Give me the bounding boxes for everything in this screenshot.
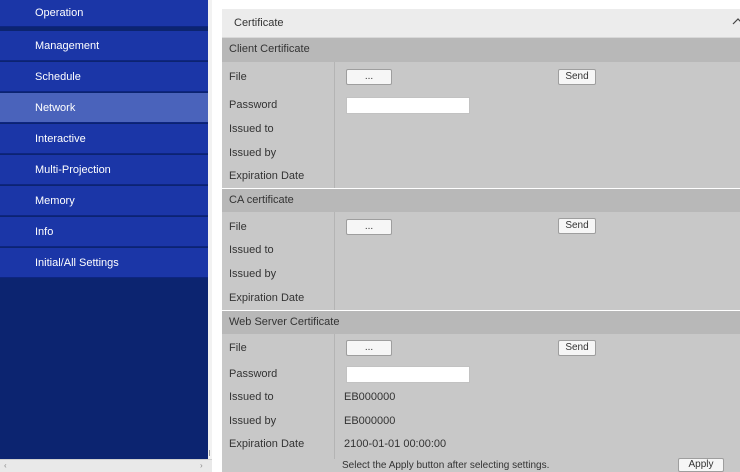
certificate-content: Client Certificate File ... Send Passwor… [222,38,740,459]
sidebar-item-initial-all-settings[interactable]: Initial/All Settings [0,248,208,278]
chevron-up-icon[interactable] [732,14,740,29]
web-issued-by-value: EB000000 [344,415,396,427]
scroll-right-icon[interactable]: › [200,461,203,470]
section-web-server-certificate: Web Server Certificate [222,310,740,334]
client-browse-button[interactable]: ... [346,69,392,85]
web-password-input[interactable] [346,366,470,383]
ca-expiration-label: Expiration Date [229,292,305,304]
web-expiration-value: 2100-01-01 00:00:00 [344,438,447,450]
client-issued-by-label: Issued by [229,147,277,159]
sidebar-item-management[interactable]: Management [0,31,208,61]
client-expiration-label: Expiration Date [229,170,305,182]
splitter-grip [209,450,210,456]
sidebar-item-info[interactable]: Info [0,217,208,247]
client-password-input[interactable] [346,97,470,114]
ca-file-label: File [229,221,247,233]
main-panel: Certificate Client Certificate File ... … [212,0,740,472]
sidebar-item-memory[interactable]: Memory [0,186,208,216]
web-issued-to-value: EB000000 [344,391,396,403]
apply-button[interactable]: Apply [678,458,724,472]
sidebar-item-schedule[interactable]: Schedule [0,62,208,92]
sidebar: Operation Management Schedule Network In… [0,0,208,459]
web-file-label: File [229,342,247,354]
client-issued-to-label: Issued to [229,123,274,135]
sidebar-item-interactive[interactable]: Interactive [0,124,208,154]
section-title: Client Certificate [229,43,310,55]
section-client-certificate: Client Certificate [222,38,740,62]
client-send-button[interactable]: Send [558,69,596,85]
section-title: CA certificate [229,194,294,206]
scroll-left-icon[interactable]: ‹ [4,461,7,470]
ca-issued-by-label: Issued by [229,268,277,280]
certificate-panel-header[interactable]: Certificate [222,9,740,38]
client-password-label: Password [229,99,278,111]
footer-bar: Select the Apply button after selecting … [222,458,740,472]
web-issued-to-label: Issued to [229,391,274,403]
sidebar-item-network[interactable]: Network [0,93,208,123]
sidebar-item-multi-projection[interactable]: Multi-Projection [0,155,208,185]
web-expiration-label: Expiration Date [229,438,305,450]
panel-title: Certificate [234,17,284,29]
web-browse-button[interactable]: ... [346,340,392,356]
ca-issued-to-label: Issued to [229,244,274,256]
client-file-label: File [229,71,247,83]
web-issued-by-label: Issued by [229,415,277,427]
sidebar-horizontal-scrollbar[interactable]: ‹ › [0,459,212,472]
section-ca-certificate: CA certificate [222,188,740,212]
apply-hint-text: Select the Apply button after selecting … [342,460,550,471]
web-send-button[interactable]: Send [558,340,596,356]
ca-send-button[interactable]: Send [558,218,596,234]
web-password-label: Password [229,368,278,380]
sidebar-item-operation[interactable]: Operation [0,0,208,27]
section-title: Web Server Certificate [229,316,340,328]
ca-browse-button[interactable]: ... [346,219,392,235]
